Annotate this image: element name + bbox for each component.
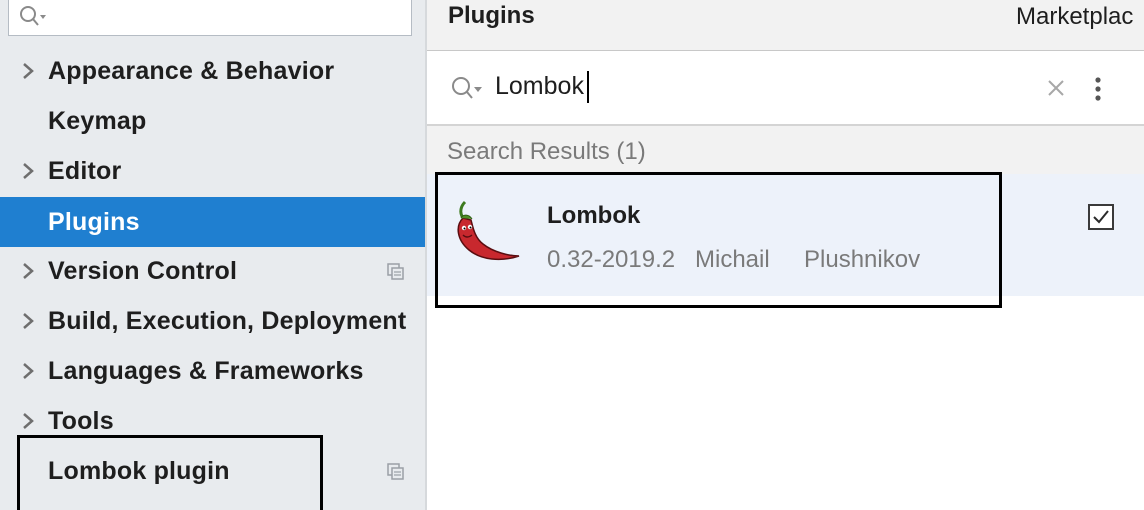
tree-item-label: Tools <box>48 407 114 435</box>
tree-item-label: Build, Execution, Deployment <box>48 307 407 335</box>
tree-item-appearance-behavior[interactable]: Appearance & Behavior <box>0 46 425 96</box>
tree-item-version-control[interactable]: Version Control <box>0 246 425 296</box>
plugin-search-input[interactable] <box>495 72 1015 101</box>
tree-item-label: Appearance & Behavior <box>48 57 335 85</box>
chevron-right-icon[interactable] <box>20 260 36 282</box>
tree-item-build-execution-deployment[interactable]: Build, Execution, Deployment <box>0 296 425 346</box>
plugin-enabled-checkbox[interactable] <box>1088 204 1114 230</box>
chevron-right-icon[interactable] <box>20 60 36 82</box>
tree-item-editor[interactable]: Editor <box>0 146 425 196</box>
search-results-header: Search Results (1) <box>427 126 1144 174</box>
search-icon[interactable] <box>449 75 483 101</box>
plugins-panel: Plugins Marketplac Search Results (1) <box>427 0 1144 510</box>
chevron-right-icon[interactable] <box>20 160 36 182</box>
checkmark-icon <box>1093 210 1109 224</box>
tree-item-label: Plugins <box>48 208 140 236</box>
tree-item-label: Languages & Frameworks <box>48 357 364 385</box>
chevron-right-icon[interactable] <box>20 410 36 432</box>
settings-search-field[interactable] <box>8 0 412 36</box>
annotation-highlight-box <box>17 435 323 510</box>
tree-item-label: Keymap <box>48 107 147 135</box>
tree-item-label: Version Control <box>48 257 238 285</box>
chevron-right-icon[interactable] <box>20 360 36 382</box>
tree-item-keymap[interactable]: Keymap <box>0 96 425 146</box>
tree-item-plugins[interactable]: Plugins <box>0 197 425 247</box>
text-cursor <box>587 71 589 103</box>
tree-item-languages-frameworks[interactable]: Languages & Frameworks <box>0 346 425 396</box>
page-title: Plugins <box>448 2 535 29</box>
tree-item-label: Editor <box>48 157 122 185</box>
chevron-right-icon[interactable] <box>20 310 36 332</box>
search-icon <box>20 6 46 26</box>
more-options-icon[interactable] <box>1089 75 1107 103</box>
tab-marketplace[interactable]: Marketplac <box>1016 3 1133 31</box>
project-settings-icon <box>387 263 404 280</box>
project-settings-icon <box>387 463 404 480</box>
plugin-search-bar <box>427 51 1144 126</box>
clear-icon[interactable] <box>1045 77 1067 99</box>
settings-tree: Appearance & Behavior Keymap Editor Plug… <box>0 0 425 510</box>
plugins-header: Plugins Marketplac <box>427 0 1144 51</box>
annotation-highlight-box <box>435 172 1002 308</box>
search-results-count: Search Results (1) <box>447 138 646 165</box>
